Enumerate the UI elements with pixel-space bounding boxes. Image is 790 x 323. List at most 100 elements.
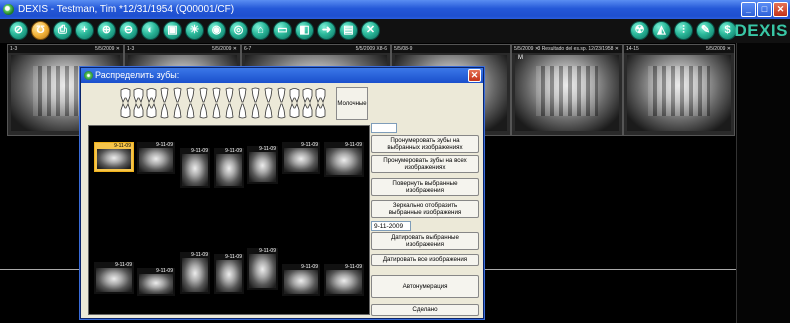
open-icon[interactable]: ▭ [273, 21, 292, 40]
xray-slot[interactable]: 14-15 5/5/2009 ✕ [623, 44, 735, 136]
tooth-upper-6[interactable] [184, 87, 197, 103]
tooth-lower-16[interactable] [314, 102, 327, 119]
tooth-upper-8[interactable] [210, 87, 223, 103]
sun-icon[interactable]: ☀ [185, 21, 204, 40]
thumbnail-image [284, 270, 318, 294]
number-all-button[interactable]: Пронумеровать зубы на всех изображениях [371, 155, 479, 173]
zoom-in-icon[interactable]: ⊕ [97, 21, 116, 40]
tooth-upper-16[interactable] [314, 87, 327, 104]
maximize-button[interactable]: □ [757, 2, 772, 17]
print-icon[interactable]: ⎙ [53, 21, 72, 40]
thumbnail[interactable]: 9-11-09 [282, 142, 320, 174]
right-panel [736, 43, 790, 323]
rotate-button[interactable]: Повернуть выбранные изображения [371, 178, 479, 196]
tooth-number-field[interactable] [371, 123, 397, 133]
tooth-chart [119, 87, 327, 120]
export-icon[interactable]: ➜ [317, 21, 336, 40]
thumbnail[interactable]: 9-11-09 [94, 262, 134, 294]
tooth-lower-14[interactable] [288, 102, 301, 119]
tooth-upper-2[interactable] [132, 87, 145, 104]
tooth-upper-15[interactable] [301, 87, 314, 104]
thumbnail[interactable]: 9-11-09 [137, 268, 175, 296]
thumbnail[interactable]: 9-11-09 [137, 142, 175, 174]
auto-number-button[interactable]: Автонумерация [371, 275, 479, 298]
tooth-upper-10[interactable] [236, 87, 249, 103]
dexis-app-icon [3, 4, 14, 15]
dialog-close-button[interactable]: ✕ [468, 69, 481, 82]
thumbnail[interactable]: 9-11-09 [180, 252, 210, 294]
thumbnail[interactable]: 9-11-09 [214, 148, 244, 188]
xray-date: 5/5/2009 X8-6 [355, 46, 387, 52]
measure-icon[interactable]: ◭ [652, 21, 671, 40]
tooth-upper-5[interactable] [171, 87, 184, 103]
tooth-upper-4[interactable] [158, 87, 171, 103]
tooth-upper-1[interactable] [119, 87, 132, 104]
tooth-lower-1[interactable] [119, 102, 132, 119]
tooth-select-icon[interactable]: ◎ [229, 21, 248, 40]
add-icon[interactable]: + [75, 21, 94, 40]
tooth-lower-3[interactable] [145, 102, 158, 119]
dialog-title-bar: Распределить зубы: ✕ [81, 68, 483, 83]
thumbnail[interactable]: 9-11-09 [214, 254, 244, 294]
tooth-lower-11[interactable] [249, 103, 262, 119]
pen-icon[interactable]: ✎ [696, 21, 715, 40]
tooth-upper-14[interactable] [288, 87, 301, 104]
number-selected-button[interactable]: Пронумеровать зубы на выбранных изображе… [371, 135, 479, 153]
date-selected-button[interactable]: Датировать выбранные изображения [371, 232, 479, 250]
xray-image [515, 55, 619, 131]
tooth-upper-3[interactable] [145, 87, 158, 104]
tooth-lower-10[interactable] [236, 103, 249, 119]
thumbnail[interactable]: 9-11-09 [324, 264, 364, 296]
title-bar: DEXIS - Testman, Tim *12/31/1954 (Q00001… [0, 0, 790, 19]
minimize-button[interactable]: _ [741, 2, 756, 17]
tooth-lower-4[interactable] [158, 103, 171, 119]
tooth-lower-5[interactable] [171, 103, 184, 119]
tooth-upper-13[interactable] [275, 87, 288, 103]
dexis-logo: DEXIS [734, 21, 788, 40]
close-icon[interactable]: ✕ [361, 21, 380, 40]
thumbnail[interactable]: 9-11-09 [324, 142, 364, 177]
implant-icon[interactable]: ⫶ [674, 21, 693, 40]
stack-icon[interactable]: ▤ [339, 21, 358, 40]
date-all-button[interactable]: Датировать все изображения [371, 254, 479, 266]
window-controls: _ □ ✕ [741, 2, 788, 17]
tooth-lower-13[interactable] [275, 103, 288, 119]
eye-icon[interactable]: ◉ [207, 21, 226, 40]
xray-slot[interactable]: 5/5/2009 ✕ 3 Resultado del es.sp. 12/23/1… [511, 44, 623, 136]
date-field[interactable]: 9-11-2009 [371, 221, 411, 231]
tooth-lower-2[interactable] [132, 102, 145, 119]
zoom-out-icon[interactable]: ⊖ [119, 21, 138, 40]
close-window-button[interactable]: ✕ [773, 2, 788, 17]
search-icon[interactable]: ⊘ [9, 21, 28, 40]
folder-icon[interactable]: ⌂ [251, 21, 270, 40]
image-icon[interactable]: ▣ [163, 21, 182, 40]
xray-caption: 14-15 5/5/2009 ✕ [624, 45, 734, 53]
thumbnail[interactable]: 9-11-09 [247, 248, 278, 290]
tooth-upper-7[interactable] [197, 87, 210, 103]
tooth-lower-6[interactable] [184, 103, 197, 119]
save-icon[interactable]: ◧ [295, 21, 314, 40]
adjust-icon[interactable]: ◐ [141, 21, 160, 40]
tooth-lower-7[interactable] [197, 103, 210, 119]
tooth-lower-9[interactable] [223, 103, 236, 119]
tooth-lower-12[interactable] [262, 103, 275, 119]
xray-date: 3 Resultado del es.sp. 12/23/1958 ✕ [537, 46, 619, 52]
radiation-icon[interactable]: ☢ [630, 21, 649, 40]
tooth-lower-15[interactable] [301, 102, 314, 119]
mirror-button[interactable]: Зеркально отобразить выбранные изображен… [371, 200, 479, 218]
primary-teeth-button[interactable]: Молочные [336, 87, 368, 120]
tooth-upper-12[interactable] [262, 87, 275, 103]
xray-label: 6-7 [244, 46, 252, 52]
done-button[interactable]: Сделано [371, 304, 479, 316]
tooth-lower-8[interactable] [210, 103, 223, 119]
main-toolbar: ⊘ Ʊ ⎙ + ⊕ ⊖ ◐ ▣ ☀ ◉ ◎ ⌂ ▭ ◧ ➜ ▤ ✕ ☢ ◭ ⫶ … [0, 19, 790, 43]
tooth-upper-9[interactable] [223, 87, 236, 103]
thumbnail[interactable]: 9-11-09 [180, 148, 210, 188]
thumbnail-selected[interactable]: 9-11-09 [94, 142, 134, 172]
thumbnail-image [182, 154, 208, 186]
thumbnail[interactable]: 9-11-09 [282, 264, 320, 296]
thumbnail-image [139, 274, 173, 294]
tooth-icon[interactable]: Ʊ [31, 21, 50, 40]
thumbnail[interactable]: 9-11-09 [247, 146, 278, 184]
tooth-upper-11[interactable] [249, 87, 262, 103]
